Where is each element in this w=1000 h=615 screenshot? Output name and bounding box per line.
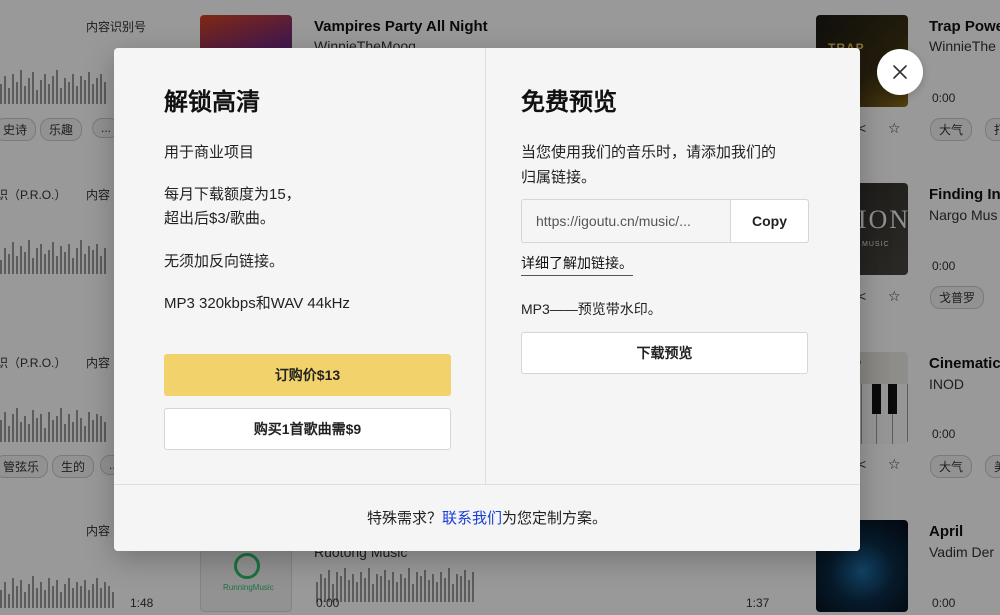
footer-prefix-text: 特殊需求？ xyxy=(366,510,442,527)
hd-license-panel: 解锁高清 用于商业项目 每月下载额度为15， 超出后$3/歌曲。 无须加反向链接… xyxy=(114,48,486,484)
audio-format-text: MP3 320kbps和WAV 44kHz xyxy=(164,295,350,312)
free-preview-panel: 免费预览 当您使用我们的音乐时，请添加我们的 归属链接。 Copy 详细了解加链… xyxy=(487,48,860,484)
close-icon xyxy=(893,65,907,79)
commercial-use-text: 用于商业项目 xyxy=(164,144,255,161)
attribution-desc-text: 当您使用我们的音乐时，请添加我们的 xyxy=(521,144,777,161)
subscribe-button[interactable]: 订购价$13 xyxy=(164,354,451,396)
no-backlink-text: 无须加反向链接。 xyxy=(164,253,285,270)
attribution-link-input[interactable] xyxy=(522,200,730,242)
attribution-desc-text-2: 归属链接。 xyxy=(521,169,597,186)
buy-single-track-button[interactable]: 购买1首歌曲需$9 xyxy=(164,408,451,450)
watermark-note-text: MP3——预览带水印。 xyxy=(521,301,662,317)
license-modal: 解锁高清 用于商业项目 每月下载额度为15， 超出后$3/歌曲。 无须加反向链接… xyxy=(114,48,860,551)
monthly-quota-text: 每月下载额度为15， xyxy=(164,186,301,203)
hd-license-title: 解锁高清 xyxy=(164,89,260,116)
contact-us-link[interactable]: 联系我们 xyxy=(442,510,502,527)
modal-footer: 特殊需求？联系我们为您定制方案。 xyxy=(114,484,860,551)
footer-suffix-text: 为您定制方案。 xyxy=(502,510,608,527)
overage-price-text: 超出后$3/歌曲。 xyxy=(164,210,275,227)
learn-more-link[interactable]: 详细了解加链接。 xyxy=(521,253,633,276)
free-preview-title: 免费预览 xyxy=(521,89,617,116)
copy-button[interactable]: Copy xyxy=(730,200,808,242)
attribution-link-box: Copy xyxy=(521,199,809,243)
download-preview-button[interactable]: 下载预览 xyxy=(521,332,808,374)
close-modal-button[interactable] xyxy=(877,49,923,95)
